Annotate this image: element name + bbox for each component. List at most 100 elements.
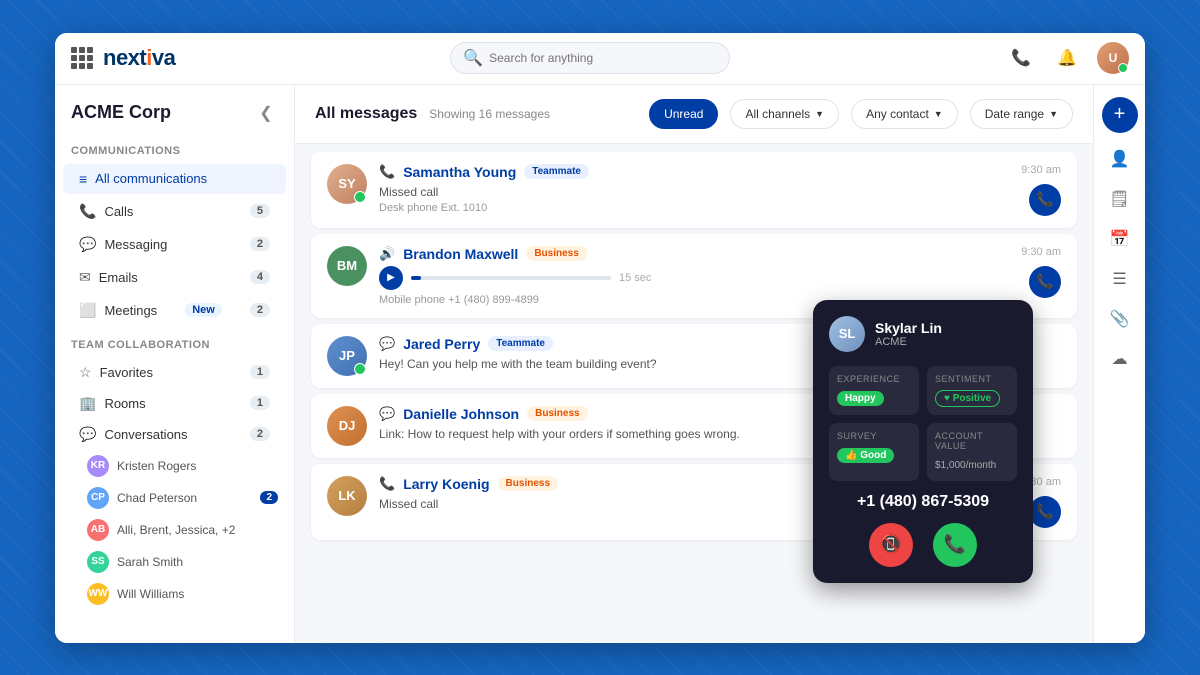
msg-text: Missed call (379, 184, 1009, 201)
rooms-icon: 🏢 (79, 395, 96, 412)
compose-fab-btn[interactable]: + (1102, 97, 1138, 133)
sidebar-item-conversations[interactable]: 💬 Conversations 2 (63, 420, 286, 449)
top-bar-left: nextiva (71, 45, 175, 71)
convo-avatar: SS (87, 551, 109, 573)
heart-icon: ♥ (944, 393, 950, 404)
convo-kristen-rogers[interactable]: KR Kristen Rogers (55, 450, 294, 482)
search-input[interactable] (489, 51, 717, 65)
thumbs-up-icon: 👍 (845, 450, 857, 461)
sidebar-item-emails[interactable]: ✉ Emails 4 (63, 262, 286, 293)
sidebar-item-label: Conversations (104, 427, 187, 442)
tasks-icon-btn[interactable]: ☰ (1102, 261, 1138, 297)
chevron-down-icon: ▼ (934, 109, 943, 119)
sidebar-item-rooms[interactable]: 🏢 Rooms 1 (63, 389, 286, 418)
account-value-label: ACCOUNT VALUE (935, 431, 1009, 451)
sidebar-collapse-btn[interactable]: ❮ (254, 101, 278, 125)
avatar: BM (327, 246, 367, 286)
message-card[interactable]: SY 📞 Samantha Young Teammate Missed call… (311, 152, 1077, 228)
rooms-badge: 1 (250, 396, 270, 410)
avatar: DJ (327, 406, 367, 446)
teammate-tag: Teammate (488, 336, 553, 351)
account-value: $1,000/month (935, 459, 996, 471)
sidebar-item-calls[interactable]: 📞 Calls 5 (63, 196, 286, 227)
convo-name: Kristen Rogers (117, 459, 196, 473)
search-icon: 🔍 (463, 48, 483, 68)
sidebar-item-messaging[interactable]: 💬 Messaging 2 (63, 229, 286, 260)
sidebar-item-favorites[interactable]: ☆ Favorites 1 (63, 358, 286, 387)
experience-label: EXPERIENCE (837, 374, 911, 384)
any-contact-filter-btn[interactable]: Any contact ▼ (851, 99, 958, 129)
msg-sub: Desk phone Ext. 1010 (379, 202, 1009, 214)
convo-name: Alli, Brent, Jessica, +2 (117, 523, 235, 537)
attachments-icon-btn[interactable]: 📎 (1102, 301, 1138, 337)
sidebar-item-label: Calls (104, 204, 133, 219)
contacts-icon-btn[interactable]: 👤 (1102, 141, 1138, 177)
unread-filter-btn[interactable]: Unread (649, 99, 718, 129)
call-action-btn[interactable]: 📞 (1029, 184, 1061, 216)
msg-body: 🔊 Brandon Maxwell Business ▶ 15 sec Mobi… (379, 246, 1009, 306)
bell-icon-btn[interactable]: 🔔 (1051, 42, 1083, 74)
popup-account-value-stat: ACCOUNT VALUE $1,000/month (927, 423, 1017, 481)
call-action-btn[interactable]: 📞 (1029, 266, 1061, 298)
sidebar-item-label: Favorites (100, 365, 153, 380)
chevron-down-icon: ▼ (815, 109, 824, 119)
conversations-badge: 2 (250, 427, 270, 441)
emails-badge: 4 (250, 270, 270, 284)
sidebar: ACME Corp ❮ Communications ≡ All communi… (55, 85, 295, 643)
meetings-icon: ⬜ (79, 302, 96, 319)
sidebar-item-meetings[interactable]: ⬜ Meetings New 2 (63, 295, 286, 326)
decline-call-btn[interactable]: 📵 (869, 523, 913, 567)
progress-bar[interactable] (411, 276, 611, 280)
popup-experience-stat: EXPERIENCE Happy (829, 366, 919, 415)
call-icon: 📞 (379, 476, 395, 492)
sender-name: Brandon Maxwell (403, 246, 518, 262)
calendar-icon-btn[interactable]: 📅 (1102, 221, 1138, 257)
notes-icon-btn[interactable]: 🗒 (1102, 181, 1138, 217)
progress-fill (411, 276, 421, 280)
business-tag: Business (526, 246, 586, 261)
sidebar-item-all-communications[interactable]: ≡ All communications (63, 164, 286, 194)
chat-icon: 💬 (379, 336, 395, 352)
sender-name: Jared Perry (403, 336, 480, 352)
survey-label: SURVEY (837, 431, 911, 441)
convo-alli-brent[interactable]: AB Alli, Brent, Jessica, +2 (55, 514, 294, 546)
convo-avatar: AB (87, 519, 109, 541)
convo-name: Chad Peterson (117, 491, 197, 505)
msg-right: 9:30 am 📞 (1021, 164, 1061, 216)
voicemail-player: ▶ 15 sec (379, 266, 1009, 290)
avatar: JP (327, 336, 367, 376)
message-list: SY 📞 Samantha Young Teammate Missed call… (295, 144, 1093, 643)
call-action-btn[interactable]: 📞 (1029, 496, 1061, 528)
sentiment-label: SENTIMENT (935, 374, 1009, 384)
convo-avatar: KR (87, 455, 109, 477)
chat-icon: 💬 (379, 406, 395, 422)
main-layout: ACME Corp ❮ Communications ≡ All communi… (55, 85, 1145, 643)
user-avatar[interactable]: U (1097, 42, 1129, 74)
experience-value: Happy (837, 391, 884, 406)
search-bar[interactable]: 🔍 (450, 42, 730, 74)
company-name: ACME Corp (71, 102, 171, 123)
grid-menu-icon[interactable] (71, 47, 93, 69)
showing-text: Showing 16 messages (429, 107, 550, 121)
play-btn[interactable]: ▶ (379, 266, 403, 290)
accept-call-btn[interactable]: 📞 (933, 523, 977, 567)
top-bar-right: 📞 🔔 U (1005, 42, 1129, 74)
teammate-tag: Teammate (524, 164, 589, 179)
business-tag: Business (527, 406, 587, 421)
sidebar-item-label: Emails (99, 270, 138, 285)
phone-icon-btn[interactable]: 📞 (1005, 42, 1037, 74)
popup-phone-number: +1 (480) 867-5309 (829, 493, 1017, 511)
top-bar-center: 🔍 (175, 42, 1005, 74)
msg-right: 9:30 am 📞 (1021, 246, 1061, 298)
cloud-icon-btn[interactable]: ☁ (1102, 341, 1138, 377)
meetings-new-badge: New (185, 303, 222, 317)
convo-chad-peterson[interactable]: CP Chad Peterson 2 (55, 482, 294, 514)
date-range-filter-btn[interactable]: Date range ▼ (970, 99, 1073, 129)
convo-sarah-smith[interactable]: SS Sarah Smith (55, 546, 294, 578)
convo-badge: 2 (260, 491, 278, 504)
center-content: All messages Showing 16 messages Unread … (295, 85, 1093, 643)
favorites-badge: 1 (250, 365, 270, 379)
popup-contact-company: ACME (875, 336, 942, 348)
all-channels-filter-btn[interactable]: All channels ▼ (730, 99, 839, 129)
convo-will-williams[interactable]: WW Will Williams (55, 578, 294, 610)
